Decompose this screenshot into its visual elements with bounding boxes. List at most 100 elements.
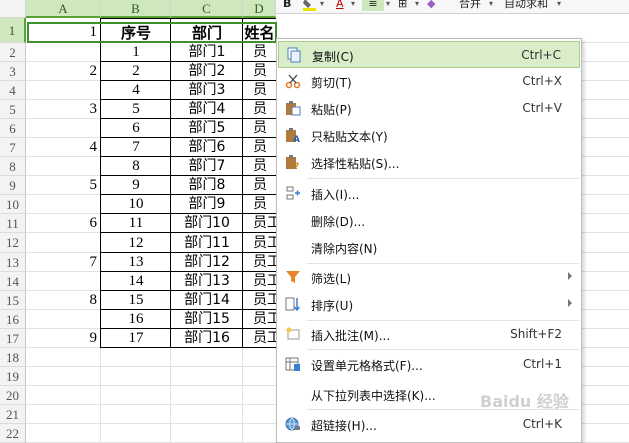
row-header[interactable]: 3	[0, 62, 26, 81]
menu-item-clear-contents[interactable]: 清除内容(N)	[278, 234, 580, 261]
cell-department[interactable]: 部门3	[171, 81, 243, 100]
cell-department[interactable]: 部门5	[171, 119, 243, 138]
row-header[interactable]: 12	[0, 233, 26, 253]
cell-serial[interactable]: 8	[101, 157, 171, 176]
cell-department[interactable]: 部门1	[171, 43, 243, 62]
cell-a11[interactable]: 6	[26, 215, 101, 234]
cell-a17[interactable]: 9	[26, 330, 101, 349]
merge-dropdown-icon[interactable]: ▾	[489, 0, 493, 11]
row-header[interactable]: 18	[0, 348, 26, 367]
cell-serial[interactable]: 2	[101, 62, 171, 81]
cell-name[interactable]: 员	[243, 138, 276, 157]
fill-color-dropdown-icon[interactable]: ▾	[320, 0, 324, 11]
cell-department[interactable]: 部门16	[171, 329, 243, 348]
cell-b1[interactable]: 序号	[101, 22, 171, 41]
cell-department[interactable]: 部门2	[171, 62, 243, 81]
border-icon[interactable]: ⊞	[398, 0, 407, 11]
align-icon[interactable]: ≡	[362, 0, 384, 11]
cell-name[interactable]: 员工	[243, 329, 276, 348]
cell-department[interactable]: 部门4	[171, 100, 243, 119]
align-dropdown-icon[interactable]: ▾	[386, 0, 390, 11]
cell-serial[interactable]: 16	[101, 310, 171, 329]
column-header-d[interactable]: D	[243, 0, 276, 18]
cell-name[interactable]: 员工	[243, 310, 276, 329]
row-header[interactable]: 8	[0, 157, 26, 176]
row-header[interactable]: 14	[0, 272, 26, 291]
column-header-b[interactable]: B	[101, 0, 171, 18]
row-header[interactable]: 10	[0, 195, 26, 214]
cell-name[interactable]: 员	[243, 43, 276, 62]
cell-d1[interactable]: 姓名	[243, 22, 276, 41]
menu-item-insert[interactable]: 插入(I)...	[278, 180, 580, 207]
cell-c1[interactable]: 部门	[171, 22, 243, 41]
column-header-c[interactable]: C	[171, 0, 243, 18]
row-header[interactable]: 15	[0, 291, 26, 310]
menu-item-insert-comment[interactable]: 插入批注(M)... Shift+F2	[278, 321, 580, 348]
row-header[interactable]: 21	[0, 405, 26, 424]
cell-a5[interactable]: 3	[26, 101, 101, 120]
row-header[interactable]: 13	[0, 253, 26, 272]
cell-name[interactable]: 员工	[243, 233, 276, 253]
cell-serial[interactable]: 7	[101, 138, 171, 157]
autosum-button[interactable]: 自动求和	[504, 0, 548, 11]
cell-name[interactable]: 员	[243, 100, 276, 119]
row-header[interactable]: 6	[0, 119, 26, 138]
cell-serial[interactable]: 4	[101, 81, 171, 100]
cell-department[interactable]: 部门6	[171, 138, 243, 157]
autosum-dropdown-icon[interactable]: ▾	[557, 0, 561, 11]
menu-item-paste-text-only[interactable]: A 只粘贴文本(Y)	[278, 122, 580, 149]
menu-item-paste[interactable]: 粘贴(P) Ctrl+V	[278, 95, 580, 122]
cell-serial[interactable]: 9	[101, 176, 171, 195]
column-header-a[interactable]: A	[26, 0, 101, 18]
cell-department[interactable]: 部门13	[171, 272, 243, 291]
row-header[interactable]: 4	[0, 81, 26, 100]
cell-serial[interactable]: 6	[101, 119, 171, 138]
border-dropdown-icon[interactable]: ▾	[415, 0, 419, 11]
cell-a7[interactable]: 4	[26, 139, 101, 158]
row-header[interactable]: 17	[0, 329, 26, 348]
cell-department[interactable]: 部门14	[171, 291, 243, 310]
row-header[interactable]: 16	[0, 310, 26, 329]
cell-name[interactable]: 员工	[243, 214, 276, 233]
row-header[interactable]: 22	[0, 424, 26, 443]
menu-item-copy[interactable]: 复制(C) Ctrl+C	[278, 41, 580, 68]
cell-name[interactable]: 员	[243, 81, 276, 100]
cell-serial[interactable]: 17	[101, 329, 171, 348]
row-header[interactable]: 1	[0, 18, 26, 43]
cell-serial[interactable]: 11	[101, 214, 171, 233]
cell-serial[interactable]: 10	[101, 195, 171, 214]
fill-color-icon[interactable]	[302, 0, 318, 13]
cell-name[interactable]: 员	[243, 62, 276, 81]
cell-serial[interactable]: 15	[101, 291, 171, 310]
cell-serial[interactable]: 12	[101, 233, 171, 253]
cell-name[interactable]: 员	[243, 195, 276, 214]
menu-item-delete[interactable]: 删除(D)...	[278, 207, 580, 234]
font-color-dropdown-icon[interactable]: ▾	[351, 0, 355, 11]
row-header[interactable]: 20	[0, 386, 26, 405]
cell-serial[interactable]: 1	[101, 43, 171, 62]
cell-serial[interactable]: 13	[101, 253, 171, 272]
row-header[interactable]: 5	[0, 100, 26, 119]
row-header[interactable]: 7	[0, 138, 26, 157]
bold-button[interactable]: B	[283, 0, 291, 11]
cell-serial[interactable]: 14	[101, 272, 171, 291]
cell-name[interactable]: 员	[243, 176, 276, 195]
cell-name[interactable]: 员工	[243, 272, 276, 291]
cell-department[interactable]: 部门10	[171, 214, 243, 233]
cell-department[interactable]: 部门11	[171, 233, 243, 253]
cell-department[interactable]: 部门8	[171, 176, 243, 195]
merge-button[interactable]: 合并	[459, 0, 481, 11]
cell-a13[interactable]: 7	[26, 254, 101, 273]
menu-item-cut[interactable]: 剪切(T) Ctrl+X	[278, 68, 580, 95]
row-header[interactable]: 2	[0, 43, 26, 62]
cell-name[interactable]: 员	[243, 119, 276, 138]
row-header[interactable]: 11	[0, 214, 26, 233]
cell-a3[interactable]: 2	[26, 63, 101, 82]
menu-item-paste-special[interactable]: ? 选择性粘贴(S)...	[278, 149, 580, 176]
cell-name[interactable]: 员工	[243, 291, 276, 310]
cell-a15[interactable]: 8	[26, 292, 101, 311]
cell-department[interactable]: 部门7	[171, 157, 243, 176]
menu-item-format-cells[interactable]: 设置单元格格式(F)... Ctrl+1	[278, 351, 580, 378]
cell-department[interactable]: 部门15	[171, 310, 243, 329]
cell-name[interactable]: 员	[243, 157, 276, 176]
